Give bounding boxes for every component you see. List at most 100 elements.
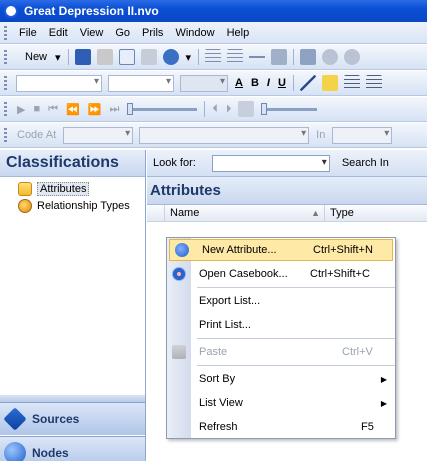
- app-icon: [4, 4, 18, 18]
- standard-toolbar: New ▾ ▾: [0, 45, 427, 70]
- menu-item-shortcut: Ctrl+Shift+C: [310, 268, 370, 280]
- menu-item-label: List View: [199, 397, 243, 409]
- bold-icon[interactable]: B: [251, 77, 259, 89]
- nav-button-label: Nodes: [32, 446, 69, 460]
- layout-icon[interactable]: [271, 49, 288, 65]
- italic-icon[interactable]: I: [267, 77, 270, 89]
- fast-forward-icon[interactable]: ⏩: [88, 103, 102, 116]
- style-select[interactable]: [16, 74, 102, 92]
- tree-item-label: Attributes: [37, 181, 90, 196]
- align-left-icon[interactable]: [343, 75, 360, 91]
- print-preview-icon[interactable]: [118, 49, 135, 65]
- menu-item-export-list[interactable]: Export List...: [167, 289, 395, 313]
- new-dropdown-icon[interactable]: ▾: [55, 51, 61, 64]
- menu-item-label: Open Casebook...: [199, 268, 288, 280]
- unlink-icon[interactable]: [344, 49, 361, 65]
- toolbar-grip[interactable]: [4, 50, 7, 64]
- next-mark-icon[interactable]: ⏵: [226, 103, 232, 116]
- tree-item-relationship-types[interactable]: Relationship Types: [0, 197, 145, 214]
- rewind-icon[interactable]: ⏪: [66, 103, 80, 116]
- menu-item-new-attribute[interactable]: New Attribute... Ctrl+Shift+N: [169, 239, 393, 261]
- list-title: Attributes: [147, 177, 427, 205]
- font-color-icon[interactable]: A: [235, 77, 243, 89]
- code-at-label: Code At: [17, 129, 57, 141]
- paste-icon[interactable]: [140, 49, 157, 65]
- nodes-icon: [4, 442, 26, 461]
- center-list-icon[interactable]: [227, 49, 244, 65]
- toolbar-grip[interactable]: [4, 102, 7, 116]
- menu-item-label: Paste: [199, 346, 228, 358]
- menu-prils[interactable]: Prils: [136, 27, 169, 39]
- nav-button-label: Sources: [32, 412, 80, 426]
- toolbar-grip[interactable]: [4, 128, 7, 142]
- volume-slider[interactable]: [261, 102, 318, 115]
- skip-forward-icon[interactable]: ⏭: [109, 103, 119, 116]
- volume-thumb[interactable]: [261, 102, 268, 115]
- font-size-select[interactable]: [180, 74, 228, 92]
- menu-item-refresh[interactable]: Refresh F5: [167, 415, 395, 439]
- context-menu: New Attribute... Ctrl+Shift+N Open Caseb…: [166, 237, 396, 439]
- stop-icon[interactable]: ■: [33, 103, 40, 115]
- menu-item-shortcut: Ctrl+Shift+N: [313, 244, 373, 256]
- menu-bar: File Edit View Go Prils Window Help: [0, 22, 427, 44]
- attributes-folder-icon: [18, 181, 32, 196]
- column-gutter: [147, 204, 165, 222]
- toolbar-separator: [67, 49, 69, 65]
- menu-help[interactable]: Help: [221, 27, 256, 39]
- in-select[interactable]: [332, 126, 393, 144]
- casebook-icon: [172, 267, 186, 281]
- look-for-input[interactable]: [211, 154, 330, 172]
- menu-separator: [197, 287, 395, 288]
- menu-item-paste[interactable]: Paste Ctrl+V: [167, 340, 395, 364]
- toolbar-grip[interactable]: [4, 76, 7, 90]
- print-icon[interactable]: [96, 49, 113, 65]
- code-at-select[interactable]: [63, 126, 134, 144]
- save-icon[interactable]: [74, 49, 91, 65]
- menu-view[interactable]: View: [74, 27, 110, 39]
- toolbar-separator: [204, 101, 206, 117]
- menu-item-open-casebook[interactable]: Open Casebook... Ctrl+Shift+C: [167, 262, 395, 286]
- slider-thumb[interactable]: [127, 102, 134, 115]
- list-icon[interactable]: [205, 49, 222, 65]
- playback-slider[interactable]: [127, 102, 198, 115]
- in-label: In: [316, 129, 326, 141]
- menu-edit[interactable]: Edit: [43, 27, 74, 39]
- line-color-icon[interactable]: [299, 75, 316, 91]
- paste-icon: [172, 345, 186, 359]
- undo-icon[interactable]: [162, 49, 179, 65]
- new-button[interactable]: New: [25, 51, 47, 63]
- nav-button-sources[interactable]: Sources: [0, 402, 145, 435]
- menu-go[interactable]: Go: [109, 27, 136, 39]
- menu-item-print-list[interactable]: Print List...: [167, 313, 395, 337]
- line-icon[interactable]: [249, 49, 266, 65]
- column-header-type[interactable]: Type: [325, 207, 354, 219]
- menu-item-label: Sort By: [199, 373, 236, 385]
- link-icon[interactable]: [322, 49, 339, 65]
- undo-dropdown-icon[interactable]: ▾: [186, 51, 192, 64]
- chart-icon[interactable]: [300, 49, 317, 65]
- skip-back-icon[interactable]: ⏮: [48, 103, 58, 116]
- menu-item-label: New Attribute...: [202, 244, 277, 256]
- nav-button-nodes[interactable]: Nodes: [0, 436, 145, 461]
- window-title: Great Depression II.nvo: [24, 4, 159, 18]
- sort-ascending-icon: ▲: [311, 207, 320, 218]
- node-select[interactable]: [139, 126, 310, 144]
- toolbar-grip[interactable]: [4, 25, 7, 40]
- nav-splitter[interactable]: [0, 395, 145, 402]
- underline-icon[interactable]: U: [278, 77, 286, 89]
- menu-item-sort-by[interactable]: Sort By ▶: [167, 367, 395, 391]
- menu-file[interactable]: File: [13, 27, 43, 39]
- menu-item-shortcut: F5: [361, 421, 374, 433]
- search-in-button[interactable]: Search In: [342, 157, 389, 169]
- highlight-icon[interactable]: [321, 75, 338, 91]
- volume-icon[interactable]: [238, 101, 255, 117]
- align-center-icon[interactable]: [365, 75, 382, 91]
- tree-item-attributes[interactable]: Attributes: [0, 180, 145, 197]
- menu-item-label: Refresh: [199, 421, 238, 433]
- menu-window[interactable]: Window: [169, 27, 220, 39]
- font-select[interactable]: [108, 74, 174, 92]
- column-header-name[interactable]: Name ▲: [165, 204, 325, 222]
- prev-mark-icon[interactable]: ⏴: [212, 103, 218, 116]
- play-icon[interactable]: ▶: [17, 103, 25, 116]
- menu-item-list-view[interactable]: List View ▶: [167, 391, 395, 415]
